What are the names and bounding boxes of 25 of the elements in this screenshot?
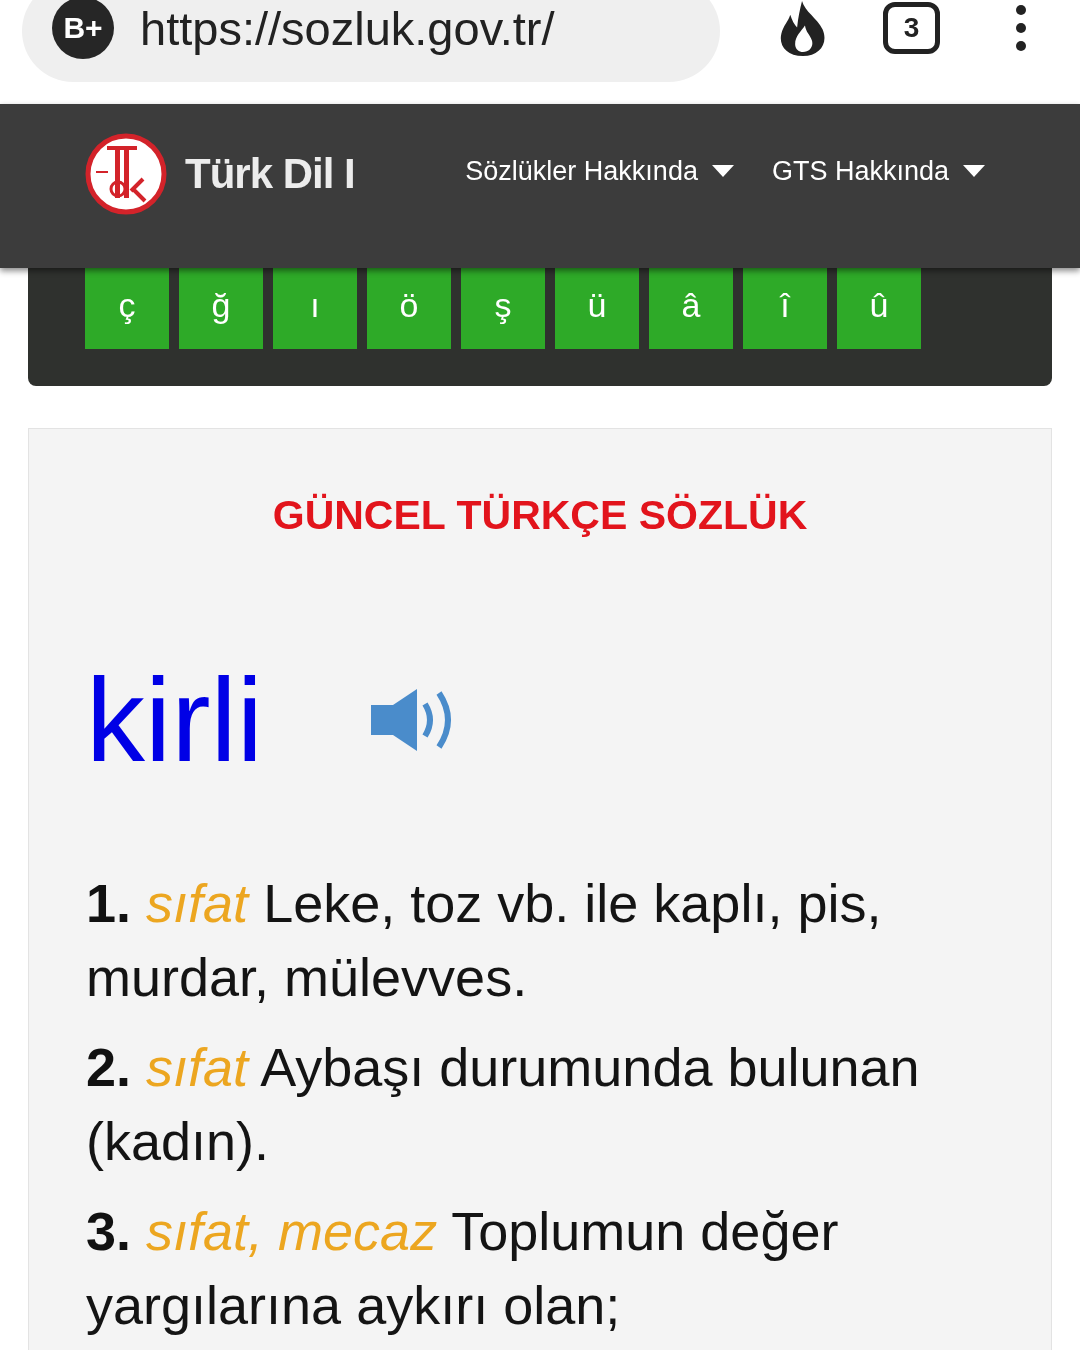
definition-text: 1. sıfat Leke, toz vb. ile kaplı, pis, murdar, mülevves.: [86, 872, 883, 1009]
letter-key[interactable]: î: [743, 268, 827, 349]
letter-key[interactable]: ü: [555, 268, 639, 349]
letter-key[interactable]: ş: [461, 268, 545, 349]
letter-key[interactable]: ı: [273, 268, 357, 349]
definition-text: 3. sıfat, mecaz Toplumun değer yargılarına aykırı olan;: [86, 1200, 840, 1337]
caret-icon: [711, 165, 734, 177]
logo-icon[interactable]: [85, 133, 167, 215]
menu-icon[interactable]: [1016, 4, 1026, 52]
logo-text[interactable]: Türk Dil I: [185, 150, 355, 198]
nav-menu-link[interactable]: GTS Hakkında: [771, 155, 985, 187]
site-badge[interactable]: B+: [52, 0, 114, 59]
dictionary-title: GÜNCEL TÜRKÇE SÖZLÜK: [271, 491, 809, 540]
caret-icon: [963, 165, 985, 177]
nav-menu-link[interactable]: Sözlükler Hakkında: [465, 155, 734, 187]
letter-key[interactable]: û: [837, 268, 921, 349]
address-bar[interactable]: B+ https://sozluk.gov.tr/: [22, 0, 720, 82]
url-text: https://sozluk.gov.tr/: [140, 0, 555, 56]
headword: kirli: [86, 660, 263, 780]
tab-switcher-button[interactable]: 3: [883, 2, 940, 54]
letter-key[interactable]: ğ: [179, 268, 263, 349]
letter-key[interactable]: ö: [367, 268, 451, 349]
letter-key[interactable]: â: [649, 268, 733, 349]
letter-key[interactable]: ç: [85, 268, 169, 349]
definition-text: 2. sıfat Aybaşı durumunda bulunan (kadın).: [86, 1036, 921, 1173]
